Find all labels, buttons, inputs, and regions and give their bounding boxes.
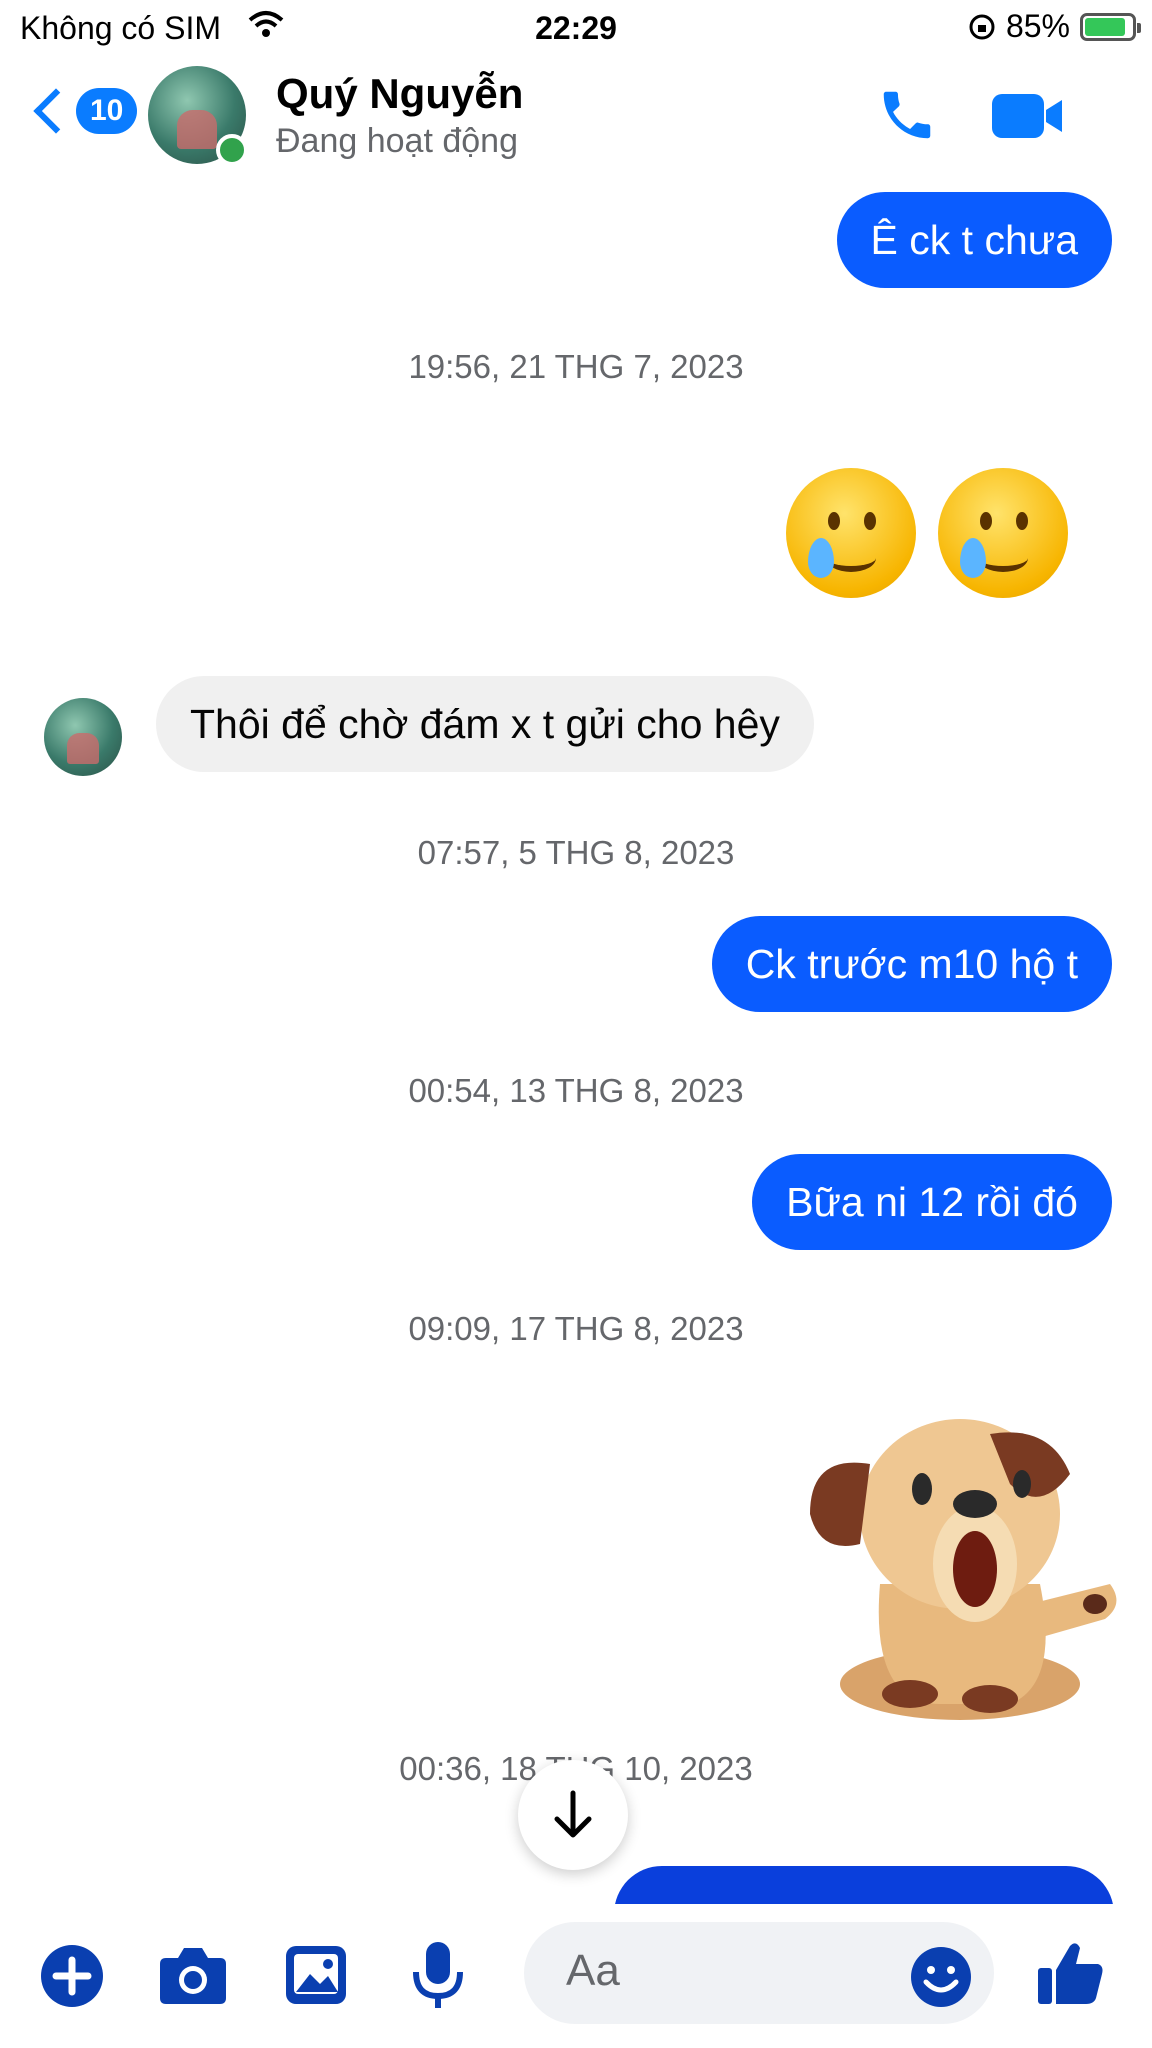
contact-status: Đang hoạt động <box>276 122 518 160</box>
arrow-down-icon <box>554 1790 592 1838</box>
online-indicator <box>216 134 248 166</box>
chat-header: 10 Quý Nguyễn Đang hoạt động <box>0 60 1152 172</box>
outgoing-emoji-message[interactable]: 🥲🥲 <box>786 468 1069 603</box>
contact-name[interactable]: Quý Nguyễn <box>276 70 523 118</box>
message-input-placeholder: Aa <box>566 1946 620 1995</box>
plus-icon[interactable] <box>40 1944 104 2008</box>
incoming-message[interactable]: Thôi để chờ đám x t gửi cho hêy <box>156 676 814 772</box>
sender-avatar[interactable] <box>44 698 122 776</box>
video-call-icon[interactable] <box>990 88 1064 144</box>
status-bar: Không có SIM 22:29 85% <box>0 0 1152 60</box>
unread-badge: 10 <box>76 88 138 134</box>
timestamp: 07:57, 5 THG 8, 2023 <box>417 834 735 871</box>
status-right: 85% <box>968 8 1141 45</box>
battery-percent: 85% <box>1005 8 1070 44</box>
photo-gallery-icon[interactable] <box>284 1944 348 2006</box>
emoji-picker-icon[interactable] <box>910 1946 972 2008</box>
dog-sticker[interactable] <box>790 1404 1130 1724</box>
rotation-lock-icon <box>969 14 995 39</box>
outgoing-message[interactable]: Ê ck t chưa <box>836 192 1112 288</box>
back-button[interactable]: 10 <box>30 88 138 134</box>
scroll-to-bottom-button[interactable] <box>518 1760 628 1870</box>
thumbs-up-icon[interactable] <box>1036 1938 1106 2008</box>
phone-call-icon[interactable] <box>876 84 938 146</box>
wifi-icon <box>248 11 284 37</box>
chevron-left-icon <box>33 88 79 134</box>
outgoing-message[interactable]: Bữa ni 12 rồi đó <box>752 1154 1112 1250</box>
smiling-tear-emoji-icon <box>786 468 916 598</box>
timestamp: 19:56, 21 THG 7, 2023 <box>408 348 744 385</box>
microphone-icon[interactable] <box>410 1940 466 2010</box>
smiling-tear-emoji-icon <box>938 468 1069 598</box>
outgoing-message[interactable]: Ck trước m10 hộ t <box>711 916 1112 1012</box>
camera-icon[interactable] <box>158 1944 228 2006</box>
timestamp: 09:09, 17 THG 8, 2023 <box>408 1310 744 1347</box>
timestamp: 00:54, 13 THG 8, 2023 <box>408 1072 744 1109</box>
battery-icon <box>1080 12 1141 41</box>
